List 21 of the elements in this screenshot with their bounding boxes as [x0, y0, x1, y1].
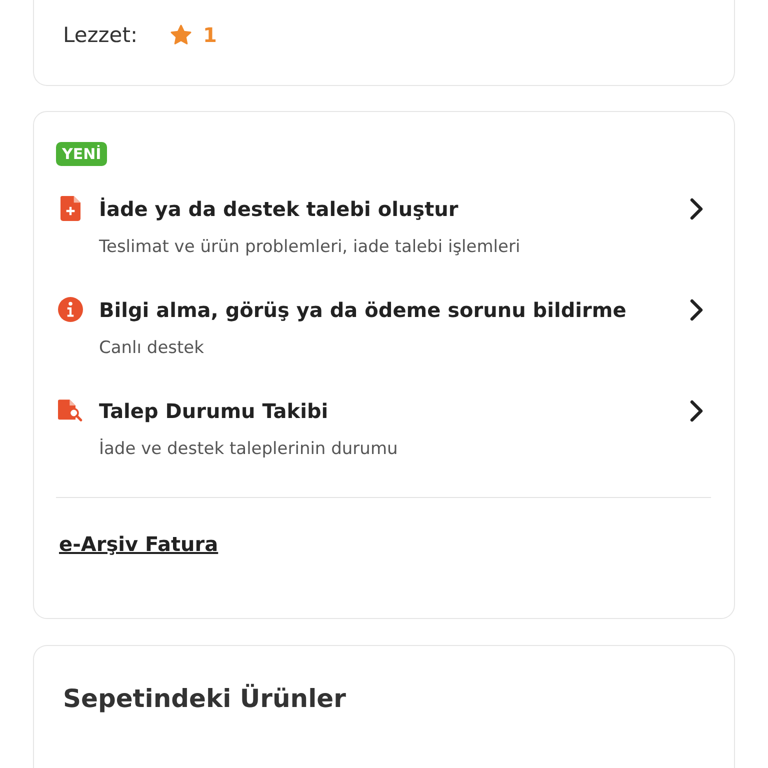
- rating-value: 1: [203, 23, 217, 47]
- support-item[interactable]: Talep Durumu Takibi İade ve destek taleplerinin durumu: [56, 398, 711, 459]
- document-plus-icon: [58, 196, 83, 221]
- chevron-right-icon: [689, 398, 705, 422]
- item-subtitle: İade ve destek taleplerinin durumu: [99, 439, 399, 459]
- info-icon: [58, 297, 83, 322]
- star-icon: [169, 23, 193, 47]
- support-item[interactable]: Bilgi alma, görüş ya da ödeme sorunu bildirme Canlı destek: [56, 297, 711, 358]
- item-subtitle: Canlı destek: [99, 338, 205, 358]
- item-title: Bilgi alma, görüş ya da ödeme sorunu bildirme: [99, 298, 628, 322]
- cart-title: Sepetindeki Ürünler: [63, 684, 346, 713]
- chevron-right-icon: [689, 196, 705, 220]
- new-badge: YENİ: [56, 142, 108, 166]
- item-subtitle: Teslimat ve ürün problemleri, iade talebi işlemleri: [99, 237, 522, 257]
- support-item[interactable]: İade ya da destek talebi oluştur Teslimat ve ürün problemleri, iade talebi işlemleri: [56, 196, 711, 257]
- item-title: İade ya da destek talebi oluştur: [99, 196, 460, 220]
- e-archive-invoice-link[interactable]: e-Arşiv Fatura: [59, 532, 218, 556]
- item-title: Talep Durumu Takibi: [99, 398, 330, 422]
- rating-label: Lezzet:: [63, 23, 139, 47]
- document-search-icon: [58, 398, 83, 423]
- chevron-right-icon: [689, 298, 705, 322]
